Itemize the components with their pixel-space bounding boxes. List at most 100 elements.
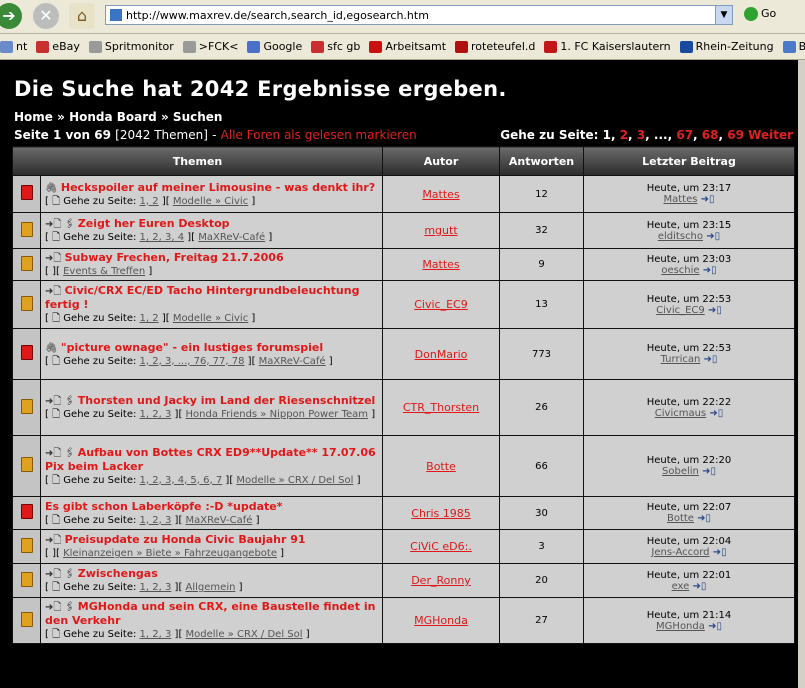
last-post-user-link[interactable]: Sobelin — [662, 466, 699, 477]
last-post-user-link[interactable]: Botte — [667, 513, 694, 524]
goto-last-post-icon[interactable]: ➜▯ — [708, 305, 722, 316]
goto-last-post-icon[interactable]: ➜▯ — [703, 265, 717, 276]
topic-page-links[interactable]: 1, 2, 3 — [140, 629, 172, 640]
next-page-link[interactable]: Weiter — [748, 128, 793, 142]
bookmark-item[interactable]: sfc gb — [311, 34, 360, 59]
bookmark-item[interactable]: Google — [247, 34, 302, 59]
header-author[interactable]: Autor — [382, 146, 500, 176]
goto-last-post-icon[interactable]: ➜▯ — [697, 513, 711, 524]
topic-title-link[interactable]: Es gibt schon Laberköpfe :-D *update* — [45, 500, 282, 513]
author-link[interactable]: MGHonda — [414, 614, 468, 627]
author-link[interactable]: Mattes — [422, 258, 459, 271]
last-post-user-link[interactable]: Mattes — [663, 194, 697, 205]
bookmark-item[interactable]: >FCK< — [182, 34, 238, 59]
topic-forum-link[interactable]: MaXReV-Café — [198, 232, 265, 243]
topic-title-link[interactable]: Heckspoiler auf meiner Limousine - was d… — [61, 181, 375, 194]
author-link[interactable]: DonMario — [415, 348, 468, 361]
page-link[interactable]: 69 — [727, 128, 744, 142]
header-topics[interactable]: Themen — [12, 146, 383, 176]
bookmark-item[interactable]: Rhein-Zeitung — [679, 34, 774, 59]
breadcrumb-search[interactable]: Suchen — [173, 110, 223, 124]
last-post-user-link[interactable]: Turrican — [661, 354, 701, 365]
page-link[interactable]: 3 — [637, 128, 645, 142]
topic-page-links[interactable]: 1, 2, 3, 4 — [140, 232, 185, 243]
page-link[interactable]: 2 — [620, 128, 628, 142]
topic-forum-link[interactable]: Modelle » Civic — [173, 313, 248, 324]
bookmark-item[interactable]: 1. FC Kaiserslautern — [544, 34, 671, 59]
author-link[interactable]: Mattes — [422, 188, 459, 201]
goto-last-post-icon[interactable]: ➜▯ — [701, 194, 715, 205]
url-dropdown-icon[interactable]: ▼ — [715, 6, 732, 24]
vertical-scrollbar[interactable] — [798, 60, 805, 688]
topic-page-links[interactable]: 1, 2, 3 — [140, 582, 172, 593]
last-post-user-link[interactable]: Civic_EC9 — [656, 305, 705, 316]
topic-title-link[interactable]: Preisupdate zu Honda Civic Baujahr 91 — [65, 533, 306, 546]
topic-forum-link[interactable]: Modelle » CRX / Del Sol — [236, 475, 353, 486]
go-button[interactable]: Go — [744, 7, 776, 21]
bookmark-item[interactable]: roteteufel.d — [455, 34, 535, 59]
last-post-user-link[interactable]: Jens-Accord — [651, 547, 709, 558]
forward-icon[interactable]: ➔ — [0, 3, 22, 29]
goto-last-post-icon[interactable]: ➜▯ — [704, 354, 718, 365]
goto-last-post-icon[interactable]: ➜▯ — [702, 466, 716, 477]
author-link[interactable]: Civic_EC9 — [414, 298, 467, 311]
topic-title-link[interactable]: MGHonda und sein CRX, eine Baustelle fin… — [45, 600, 375, 627]
author-link[interactable]: Chris 1985 — [411, 507, 470, 520]
goto-last-post-icon[interactable]: ➜▯ — [706, 231, 720, 242]
last-post-user-link[interactable]: oeschie — [661, 265, 699, 276]
author-link[interactable]: Der_Ronny — [411, 574, 471, 587]
bookmark-label: 1. FC Kaiserslautern — [560, 40, 671, 53]
breadcrumb-home[interactable]: Home — [14, 110, 53, 124]
topic-forum-link[interactable]: MaXReV-Café — [186, 515, 253, 526]
goto-last-post-icon[interactable]: ➜▯ — [709, 408, 723, 419]
bookmark-item[interactable]: Arbeitsamt — [369, 34, 446, 59]
topic-page-links[interactable]: 1, 2, 3 — [140, 409, 172, 420]
mark-all-read-link[interactable]: Alle Foren als gelesen markieren — [221, 128, 417, 142]
topic-page-links[interactable]: 1, 2, 3 — [140, 515, 172, 526]
topic-title-link[interactable]: Thorsten und Jacky im Land der Riesensch… — [78, 394, 376, 407]
goto-last-post-icon[interactable]: ➜▯ — [708, 621, 722, 632]
bookmark-item[interactable]: eBay — [36, 34, 80, 59]
last-post-user-link[interactable]: Civicmaus — [655, 408, 706, 419]
last-post-user-link[interactable]: elditscho — [658, 231, 703, 242]
topic-title-link[interactable]: Zeigt her Euren Desktop — [78, 217, 230, 230]
topic-title-link[interactable]: Aufbau von Bottes CRX ED9**Update** 17.0… — [45, 446, 376, 473]
topic-page-links[interactable]: 1, 2 — [140, 196, 159, 207]
topic-forum-link[interactable]: Allgemein — [186, 582, 236, 593]
bookmark-item[interactable]: Bank — [782, 34, 805, 59]
author-link[interactable]: mgutt — [424, 224, 457, 237]
breadcrumb-board[interactable]: Honda Board — [69, 110, 157, 124]
topic-marker-icons: ➜🗋 🖇 — [45, 396, 75, 407]
topic-forum-link[interactable]: MaXReV-Café — [259, 356, 326, 367]
topic-title-link[interactable]: Civic/CRX EC/ED Tacho Hintergrundbeleuch… — [45, 284, 359, 311]
topic-title-link[interactable]: Zwischengas — [78, 567, 158, 580]
author-link[interactable]: CTR_Thorsten — [403, 401, 479, 414]
topic-page-links[interactable]: 1, 2, 3, ..., 76, 77, 78 — [140, 356, 245, 367]
topic-page-links[interactable]: 1, 2 — [140, 313, 159, 324]
topic-forum-link[interactable]: Modelle » Civic — [173, 196, 248, 207]
topic-forum-link[interactable]: Honda Friends » Nippon Power Team — [186, 409, 369, 420]
bookmark-item[interactable]: nt — [0, 34, 27, 59]
topics-table: Themen Autor Antworten Letzter Beitrag 🖇… — [12, 146, 795, 644]
goto-last-post-icon[interactable]: ➜▯ — [713, 547, 727, 558]
topic-forum-link[interactable]: Events & Treffen — [63, 266, 145, 277]
page-link[interactable]: 68 — [702, 128, 719, 142]
stop-icon[interactable]: ✕ — [33, 3, 59, 29]
header-last-post[interactable]: Letzter Beitrag — [583, 146, 795, 176]
bookmark-item[interactable]: Spritmonitor — [88, 34, 174, 59]
author-link[interactable]: CiViC eD6:. — [410, 540, 472, 553]
topic-title-link[interactable]: "picture ownage" - ein lustiges forumspi… — [61, 341, 323, 354]
page-link[interactable]: 67 — [676, 128, 693, 142]
last-post-user-link[interactable]: exe — [672, 581, 690, 592]
header-answers[interactable]: Antworten — [499, 146, 584, 176]
topic-page-links[interactable]: 1, 2, 3, 4, 5, 6, 7 — [140, 475, 223, 486]
arbeitsamt-icon — [369, 41, 383, 53]
topic-title-link[interactable]: Subway Frechen, Freitag 21.7.2006 — [65, 251, 284, 264]
address-bar[interactable]: http://www.maxrev.de/search,search_id,eg… — [105, 5, 733, 25]
last-post-user-link[interactable]: MGHonda — [656, 621, 705, 632]
home-icon[interactable]: ⌂ — [69, 3, 95, 29]
topic-forum-link[interactable]: Kleinanzeigen » Biete » Fahrzeugangebote — [63, 548, 277, 559]
author-link[interactable]: Botte — [426, 460, 456, 473]
goto-last-post-icon[interactable]: ➜▯ — [693, 581, 707, 592]
topic-forum-link[interactable]: Modelle » CRX / Del Sol — [186, 629, 303, 640]
